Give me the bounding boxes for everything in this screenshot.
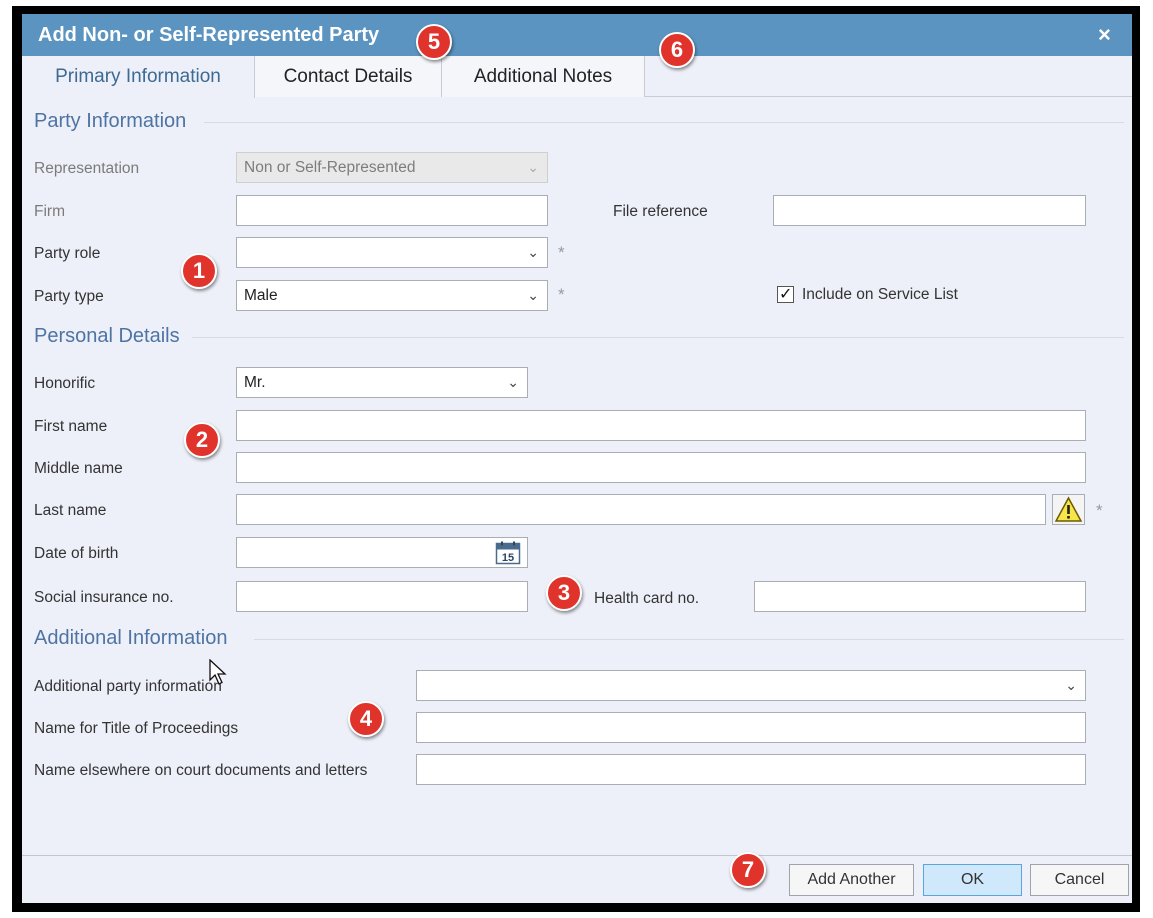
annotation-badge-4: 4 — [348, 701, 384, 737]
annotation-badge-1: 1 — [181, 253, 217, 289]
middle-name-field[interactable] — [236, 452, 1086, 483]
date-of-birth-field[interactable]: 15 — [236, 537, 528, 568]
elsewhere-name-label: Name elsewhere on court documents and le… — [34, 762, 368, 779]
party-role-select[interactable]: ⌄ — [236, 237, 548, 268]
date-of-birth-input[interactable] — [237, 538, 487, 567]
dialog-footer: Add Another OK Cancel — [22, 855, 1132, 903]
file-reference-field[interactable] — [773, 195, 1086, 226]
close-icon[interactable]: × — [1098, 22, 1111, 48]
checkmark-icon: ✓ — [779, 286, 793, 303]
chevron-down-icon: ⌄ — [1065, 677, 1077, 693]
elsewhere-name-input[interactable] — [417, 755, 1085, 784]
warning-icon — [1054, 496, 1083, 522]
date-of-birth-label: Date of birth — [34, 545, 119, 562]
social-insurance-input[interactable] — [237, 582, 527, 611]
chevron-down-icon: ⌄ — [527, 159, 539, 175]
cancel-button[interactable]: Cancel — [1030, 864, 1129, 896]
party-type-select[interactable]: Male ⌄ — [236, 280, 548, 311]
additional-information-heading: Additional Information — [34, 627, 228, 649]
dialog-titlebar: Add Non- or Self-Represented Party × — [22, 14, 1132, 56]
mouse-pointer-icon — [209, 659, 227, 685]
chevron-down-icon: ⌄ — [527, 244, 539, 260]
file-reference-input[interactable] — [774, 196, 1085, 225]
add-another-button[interactable]: Add Another — [789, 864, 914, 896]
chevron-down-icon: ⌄ — [507, 374, 519, 390]
section-divider — [254, 639, 1124, 640]
tab-additional-notes[interactable]: Additional Notes — [442, 56, 645, 97]
middle-name-label: Middle name — [34, 460, 123, 477]
firm-input[interactable] — [237, 196, 547, 225]
section-divider — [204, 122, 1124, 123]
include-service-list-checkbox[interactable]: ✓ — [777, 286, 794, 303]
representation-value: Non or Self-Represented — [244, 159, 416, 176]
middle-name-input[interactable] — [237, 453, 1085, 482]
required-asterisk: * — [558, 243, 565, 262]
add-party-dialog: Add Non- or Self-Represented Party × Pri… — [22, 14, 1132, 903]
calendar-icon[interactable]: 15 — [495, 541, 521, 565]
firm-label: Firm — [34, 203, 65, 220]
dialog-title: Add Non- or Self-Represented Party — [38, 24, 380, 46]
tab-bar: Primary Information Contact Details Addi… — [22, 56, 1132, 98]
first-name-field[interactable] — [236, 410, 1086, 441]
annotation-badge-2: 2 — [184, 422, 220, 458]
title-of-proceedings-label: Name for Title of Proceedings — [34, 720, 239, 737]
calendar-day: 15 — [502, 552, 514, 564]
required-asterisk: * — [1096, 501, 1103, 520]
party-type-value: Male — [244, 287, 278, 304]
social-insurance-field[interactable] — [236, 581, 528, 612]
representation-label: Representation — [34, 160, 140, 177]
annotation-badge-3: 3 — [546, 575, 582, 611]
annotation-badge-5: 5 — [416, 24, 452, 60]
party-role-label: Party role — [34, 245, 101, 262]
ok-button[interactable]: OK — [923, 864, 1022, 896]
annotation-badge-7: 7 — [730, 852, 766, 888]
health-card-input[interactable] — [755, 582, 1085, 611]
last-name-field[interactable] — [236, 494, 1046, 525]
first-name-label: First name — [34, 418, 108, 435]
honorific-select[interactable]: Mr. ⌄ — [236, 367, 528, 398]
tab-primary-information[interactable]: Primary Information — [22, 56, 255, 98]
health-card-field[interactable] — [754, 581, 1086, 612]
social-insurance-label: Social insurance no. — [34, 589, 174, 606]
party-type-label: Party type — [34, 288, 104, 305]
section-divider — [192, 337, 1124, 338]
health-card-label: Health card no. — [594, 590, 700, 607]
last-name-warning-button[interactable] — [1052, 494, 1085, 525]
tab-contact-details[interactable]: Contact Details — [255, 56, 442, 97]
representation-select: Non or Self-Represented ⌄ — [236, 152, 548, 183]
chevron-down-icon: ⌄ — [527, 287, 539, 303]
elsewhere-name-field[interactable] — [416, 754, 1086, 785]
honorific-label: Honorific — [34, 375, 96, 392]
additional-party-info-select[interactable]: ⌄ — [416, 670, 1086, 701]
personal-details-heading: Personal Details — [34, 325, 180, 347]
annotation-badge-6: 6 — [659, 32, 695, 68]
required-asterisk: * — [558, 285, 565, 304]
title-of-proceedings-field[interactable] — [416, 712, 1086, 743]
last-name-input[interactable] — [237, 495, 1045, 524]
honorific-value: Mr. — [244, 374, 266, 391]
include-service-list-label: Include on Service List — [802, 286, 958, 303]
additional-party-info-label: Additional party information — [34, 678, 222, 695]
title-of-proceedings-input[interactable] — [417, 713, 1085, 742]
file-reference-label: File reference — [613, 203, 708, 220]
party-information-heading: Party Information — [34, 110, 187, 132]
firm-field[interactable] — [236, 195, 548, 226]
first-name-input[interactable] — [237, 411, 1085, 440]
last-name-label: Last name — [34, 502, 107, 519]
